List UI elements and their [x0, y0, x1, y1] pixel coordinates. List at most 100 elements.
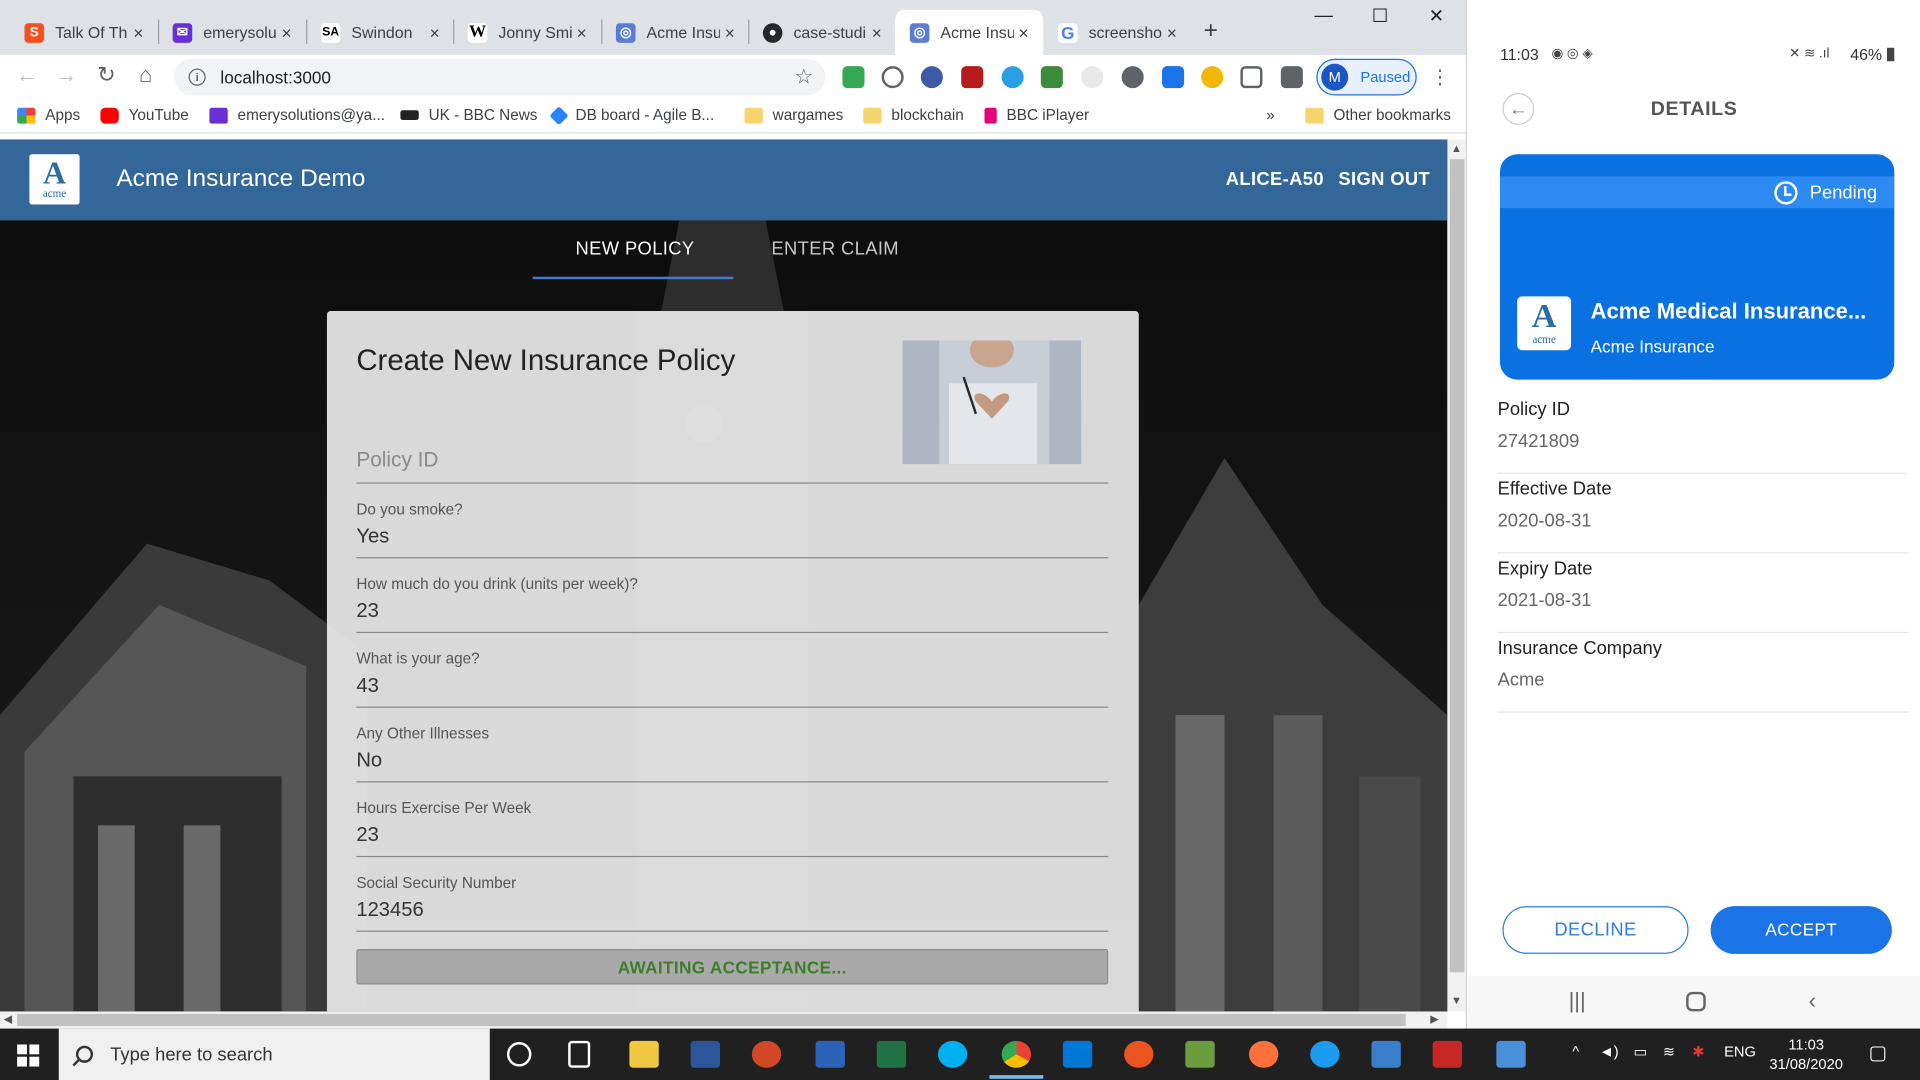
scroll-up-icon[interactable]: ▲	[1451, 142, 1462, 154]
bookmark-apps[interactable]: Apps	[17, 107, 80, 124]
browser-tab[interactable]: SA Swindon ×	[306, 10, 454, 55]
browser-tab[interactable]: S Talk Of Th ×	[10, 10, 158, 55]
home-button-icon[interactable]	[1686, 991, 1706, 1012]
taskbar-clock[interactable]: 11:03 31/08/2020	[1769, 1035, 1843, 1074]
policy-card[interactable]: Pending A acme Acme Medical Insurance...…	[1500, 154, 1895, 380]
tab-close-icon[interactable]: ×	[572, 23, 592, 43]
browser-tab[interactable]: ● case-studi ×	[748, 10, 896, 55]
ubuntu-icon[interactable]	[1124, 1040, 1154, 1068]
minimize-icon[interactable]: —	[1296, 5, 1352, 26]
exercise-hours-field[interactable]: Hours Exercise Per Week 23	[356, 800, 1109, 858]
back-icon[interactable]: ←	[12, 62, 41, 88]
browser-tab[interactable]: W Jonny Smi ×	[453, 10, 601, 55]
extension-tools-icon[interactable]	[1162, 66, 1185, 89]
extension-globe-icon[interactable]	[920, 66, 943, 89]
browser-tab[interactable]: ◎ Acme Insu ×	[601, 10, 749, 55]
task-view-icon[interactable]	[568, 1040, 591, 1068]
bookmark-youtube[interactable]: YouTube	[100, 107, 189, 124]
scrollbar-thumb[interactable]	[1449, 159, 1465, 973]
wifi-icon[interactable]: ≋	[1663, 1043, 1675, 1060]
other-illnesses-field[interactable]: Any Other Illnesses No	[356, 725, 1109, 783]
taskbar-search-box[interactable]: Type here to search	[58, 1028, 490, 1080]
vscode-icon[interactable]	[1062, 1040, 1093, 1068]
notepad-icon[interactable]	[1185, 1040, 1215, 1068]
tab-close-icon[interactable]: ×	[867, 23, 887, 43]
scroll-left-icon[interactable]: ◀	[4, 1013, 12, 1026]
site-info-icon[interactable]: i	[188, 68, 206, 86]
tab-enter-claim[interactable]: ENTER CLAIM	[771, 239, 899, 260]
bookmark-db-board[interactable]: DB board - Agile B...	[549, 105, 714, 125]
accept-button[interactable]: ACCEPT	[1710, 906, 1892, 954]
address-bar[interactable]: i localhost:3000 ☆	[173, 58, 826, 96]
tab-close-icon[interactable]: ×	[277, 23, 297, 43]
tab-new-policy[interactable]: NEW POLICY	[576, 239, 695, 260]
reload-icon[interactable]: ↻	[92, 62, 121, 88]
extension-dot-icon[interactable]	[1121, 66, 1144, 89]
tab-close-icon[interactable]: ×	[1014, 23, 1034, 43]
app-red-icon[interactable]	[1432, 1040, 1463, 1068]
home-icon[interactable]: ⌂	[131, 62, 160, 88]
powershell-icon[interactable]	[815, 1040, 845, 1068]
skype-icon[interactable]	[937, 1040, 968, 1068]
firefox-icon[interactable]	[1248, 1040, 1279, 1068]
powerpoint-icon[interactable]	[751, 1040, 782, 1068]
current-user[interactable]: ALICE-A50	[1226, 169, 1324, 190]
language-indicator[interactable]: ENG	[1724, 1043, 1756, 1060]
bookmark-folder-wargames[interactable]: wargames	[744, 107, 843, 124]
extension-shield-icon[interactable]	[842, 66, 865, 89]
file-explorer-icon[interactable]	[629, 1040, 659, 1068]
cors-extension-icon[interactable]	[1040, 66, 1063, 89]
browser-tab[interactable]: ✉ emerysolu ×	[158, 10, 306, 55]
extension-search-icon[interactable]	[1001, 66, 1024, 89]
bookmark-other[interactable]: Other bookmarks	[1305, 107, 1451, 124]
extension-camera-icon[interactable]	[1081, 66, 1104, 89]
notifications-icon[interactable]: ▢	[1869, 1041, 1888, 1065]
bookmark-bbc-news[interactable]: UK - BBC News	[400, 107, 537, 124]
extension-badge-icon[interactable]	[1201, 66, 1224, 89]
windows-start-icon[interactable]	[17, 1044, 40, 1067]
decline-button[interactable]: DECLINE	[1502, 906, 1689, 954]
maximize-icon[interactable]: ☐	[1352, 5, 1408, 27]
extensions-puzzle-icon[interactable]	[1280, 66, 1303, 89]
recent-apps-icon[interactable]: |||	[1569, 988, 1586, 1014]
pdf-extension-icon[interactable]	[961, 66, 984, 89]
sign-out-button[interactable]: SIGN OUT	[1338, 169, 1430, 190]
browser-menu-icon[interactable]: ⋮	[1430, 65, 1450, 89]
scroll-down-icon[interactable]: ▼	[1451, 994, 1462, 1006]
scrollbar-thumb[interactable]	[17, 1013, 1406, 1027]
smoke-field[interactable]: Do you smoke? Yes	[356, 501, 1109, 559]
profile-button[interactable]: M Paused	[1316, 58, 1417, 96]
word-icon[interactable]	[690, 1040, 721, 1068]
app-tray-icon[interactable]: ✱	[1692, 1043, 1704, 1060]
battery-tray-icon[interactable]: ▭	[1633, 1043, 1647, 1060]
excel-icon[interactable]	[876, 1040, 907, 1068]
volume-icon[interactable]: ◄)	[1599, 1043, 1618, 1060]
docker-icon[interactable]	[1310, 1040, 1340, 1068]
policy-id-field[interactable]: Policy ID	[356, 448, 1109, 484]
remote-desktop-icon[interactable]	[1371, 1040, 1401, 1068]
vertical-scrollbar[interactable]: ▲ ▼	[1447, 139, 1466, 1012]
cortana-icon[interactable]	[506, 1042, 532, 1067]
horizontal-scrollbar[interactable]: ◀ ▶	[0, 1011, 1448, 1029]
tab-close-icon[interactable]: ×	[720, 23, 740, 43]
forward-icon[interactable]: →	[51, 62, 80, 88]
scroll-right-icon[interactable]: ▶	[1430, 1013, 1438, 1026]
photos-icon[interactable]	[1496, 1040, 1526, 1068]
bookmark-email[interactable]: emerysolutions@ya...	[209, 107, 385, 124]
age-field[interactable]: What is your age? 43	[356, 650, 1109, 708]
bookmark-folder-blockchain[interactable]: blockchain	[863, 107, 964, 124]
new-tab-button[interactable]: +	[1204, 17, 1218, 45]
tray-chevron-icon[interactable]: ^	[1572, 1043, 1579, 1060]
extension-circle-icon[interactable]	[881, 66, 904, 89]
tab-close-icon[interactable]: ×	[129, 23, 149, 43]
bookmarks-overflow-icon[interactable]: »	[1266, 107, 1275, 124]
tab-close-icon[interactable]: ×	[1162, 23, 1182, 43]
tab-close-icon[interactable]: ×	[425, 23, 445, 43]
ssn-field[interactable]: Social Security Number 123456	[356, 874, 1109, 932]
bookmark-bbc-iplayer[interactable]: BBC iPlayer	[984, 107, 1089, 124]
android-back-icon[interactable]: ‹	[1809, 988, 1816, 1014]
browser-tab-active[interactable]: ◎ Acme Insu ×	[895, 9, 1044, 56]
bookmark-star-icon[interactable]: ☆	[794, 65, 813, 89]
drink-units-field[interactable]: How much do you drink (units per week)? …	[356, 576, 1109, 634]
pocket-icon[interactable]	[1240, 66, 1263, 89]
